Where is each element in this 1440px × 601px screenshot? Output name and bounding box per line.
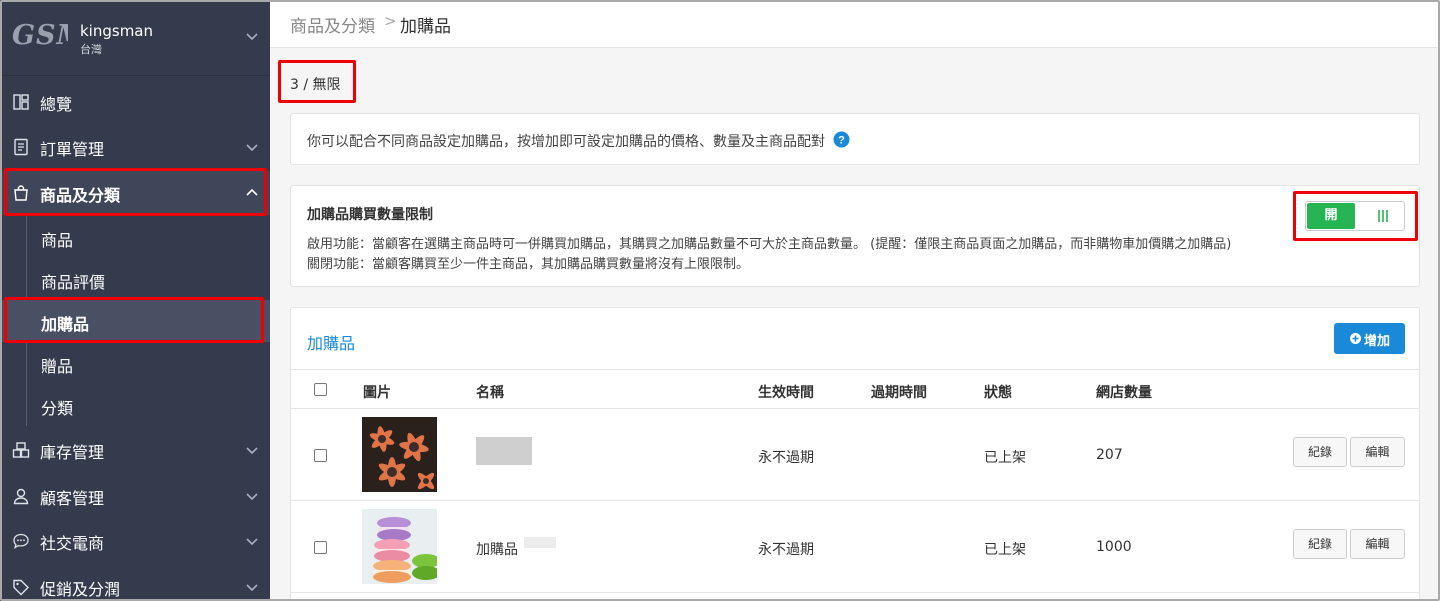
plus-circle-icon bbox=[1350, 333, 1361, 344]
nav-overview-label: 總覽 bbox=[40, 95, 73, 114]
column-status: 狀態 bbox=[984, 385, 1012, 401]
nav-social-label: 社交電商 bbox=[40, 534, 105, 553]
product-image[interactable] bbox=[362, 417, 437, 492]
nav-social[interactable]: 社交電商 bbox=[0, 519, 270, 563]
sidebar-item-addons[interactable]: 加購品 bbox=[0, 300, 270, 342]
sidebar-item-label: 商品 bbox=[41, 231, 74, 250]
edit-button[interactable]: 編輯 bbox=[1350, 529, 1405, 559]
breadcrumb-separator: > bbox=[384, 12, 397, 30]
limit-on-description: 啟用功能：當顧客在選購主商品時可一併購買加購品，其購買之加購品數量不可大於主商品… bbox=[307, 237, 1232, 252]
sidebar-item-label: 贈品 bbox=[41, 357, 74, 376]
log-button[interactable]: 紀錄 bbox=[1293, 529, 1347, 559]
table-row: 加購品 永不過期 已上架 1000 紀錄 編輯 bbox=[291, 501, 1420, 593]
select-all-checkbox[interactable] bbox=[314, 383, 327, 396]
nav-inventory[interactable]: 庫存管理 bbox=[0, 428, 270, 472]
row-status: 已上架 bbox=[984, 542, 1026, 558]
column-qty: 網店數量 bbox=[1096, 385, 1152, 401]
sidebar-item-products[interactable]: 商品 bbox=[0, 216, 270, 258]
product-image[interactable] bbox=[362, 509, 437, 584]
column-end: 過期時間 bbox=[871, 385, 927, 401]
limit-title: 加購品購買數量限制 bbox=[307, 207, 433, 223]
store-region: 台灣 bbox=[80, 43, 102, 56]
sidebar: GSM kingsman 台灣 總覽 訂單管理 商品及分類 商品 商品評價 加購… bbox=[0, 0, 270, 601]
row-start: 永不過期 bbox=[758, 450, 814, 466]
row-start: 永不過期 bbox=[758, 542, 814, 558]
user-icon bbox=[13, 488, 29, 505]
chevron-down-icon bbox=[246, 538, 258, 546]
table-row: 永不過期 已上架 207 紀錄 編輯 bbox=[291, 409, 1420, 501]
addon-list-card: 加購品 增加 圖片 名稱 生效時間 過期時間 狀態 網店數量 永不過期 已上架 … bbox=[290, 307, 1420, 601]
row-checkbox[interactable] bbox=[314, 449, 327, 462]
svg-text:?: ? bbox=[838, 135, 845, 147]
sidebar-item-label: 加購品 bbox=[41, 315, 90, 334]
sidebar-item-label: 商品評價 bbox=[41, 273, 106, 292]
add-button[interactable]: 增加 bbox=[1334, 323, 1405, 354]
redacted-name bbox=[476, 437, 532, 465]
row-qty: 207 bbox=[1096, 447, 1123, 463]
table-header: 圖片 名稱 生效時間 過期時間 狀態 網店數量 bbox=[291, 369, 1420, 409]
addon-quota: 3 / 無限 bbox=[290, 77, 341, 93]
info-card: 你可以配合不同商品設定加購品，按增加即可設定加購品的價格、數量及主商品配對 ? bbox=[290, 113, 1420, 165]
tag-icon bbox=[13, 579, 29, 596]
chevron-down-icon bbox=[246, 33, 258, 41]
column-name: 名稱 bbox=[476, 385, 504, 401]
flower-image bbox=[362, 417, 437, 492]
redacted-name-suffix bbox=[524, 537, 556, 548]
nav-orders[interactable]: 訂單管理 bbox=[0, 125, 270, 169]
document-icon bbox=[14, 138, 28, 156]
toggle-on-label: 開 bbox=[1307, 203, 1355, 229]
chevron-down-icon bbox=[246, 144, 258, 152]
limit-off-description: 關閉功能：當顧客購買至少一件主商品，其加購品購買數量將沒有上限限制。 bbox=[307, 257, 750, 272]
add-button-label: 增加 bbox=[1364, 334, 1391, 349]
sidebar-item-categories[interactable]: 分類 bbox=[0, 384, 270, 426]
nav-products[interactable]: 商品及分類 bbox=[0, 171, 270, 215]
store-logo: GSM bbox=[12, 20, 68, 51]
column-image: 圖片 bbox=[363, 385, 391, 401]
boxes-icon bbox=[12, 442, 30, 458]
row-name: 加購品 bbox=[476, 542, 518, 558]
purchase-limit-toggle[interactable]: 開 bbox=[1305, 201, 1405, 231]
store-switcher[interactable]: GSM kingsman 台灣 bbox=[0, 0, 270, 76]
sidebar-item-gifts[interactable]: 贈品 bbox=[0, 342, 270, 384]
nav-customers-label: 顧客管理 bbox=[40, 489, 105, 508]
breadcrumb: 商品及分類 > 加購品 bbox=[270, 0, 1440, 48]
column-start: 生效時間 bbox=[758, 385, 814, 401]
breadcrumb-current: 加購品 bbox=[400, 17, 451, 37]
list-title: 加購品 bbox=[307, 334, 356, 353]
toggle-grip-icon bbox=[1378, 210, 1388, 222]
dashboard-icon bbox=[13, 94, 29, 110]
row-qty: 1000 bbox=[1096, 539, 1132, 555]
chevron-down-icon bbox=[246, 447, 258, 455]
nav-overview[interactable]: 總覽 bbox=[0, 80, 270, 124]
nav-customers[interactable]: 顧客管理 bbox=[0, 474, 270, 518]
store-name: kingsman bbox=[80, 22, 154, 40]
row-checkbox[interactable] bbox=[314, 541, 327, 554]
purchase-limit-card: 加購品購買數量限制 啟用功能：當顧客在選購主商品時可一併購買加購品，其購買之加購… bbox=[290, 185, 1420, 287]
chat-bubble-icon bbox=[13, 533, 29, 549]
chevron-down-icon bbox=[246, 493, 258, 501]
chevron-up-icon bbox=[246, 188, 258, 196]
log-button[interactable]: 紀錄 bbox=[1293, 437, 1347, 467]
macaron-image bbox=[362, 509, 437, 584]
sidebar-item-label: 分類 bbox=[41, 399, 74, 418]
nav-orders-label: 訂單管理 bbox=[40, 140, 105, 159]
nav-inventory-label: 庫存管理 bbox=[40, 443, 105, 462]
info-text: 你可以配合不同商品設定加購品，按增加即可設定加購品的價格、數量及主商品配對 bbox=[307, 134, 825, 150]
sidebar-item-reviews[interactable]: 商品評價 bbox=[0, 258, 270, 300]
row-status: 已上架 bbox=[984, 450, 1026, 466]
nav-promotions[interactable]: 促銷及分潤 bbox=[0, 565, 270, 601]
nav-promotions-label: 促銷及分潤 bbox=[40, 580, 121, 599]
edit-button[interactable]: 編輯 bbox=[1350, 437, 1405, 467]
breadcrumb-parent[interactable]: 商品及分類 bbox=[290, 12, 375, 37]
shopping-bag-icon bbox=[14, 185, 28, 201]
chevron-down-icon bbox=[246, 584, 258, 592]
nav-products-label: 商品及分類 bbox=[40, 186, 121, 205]
help-icon[interactable]: ? bbox=[833, 131, 850, 148]
